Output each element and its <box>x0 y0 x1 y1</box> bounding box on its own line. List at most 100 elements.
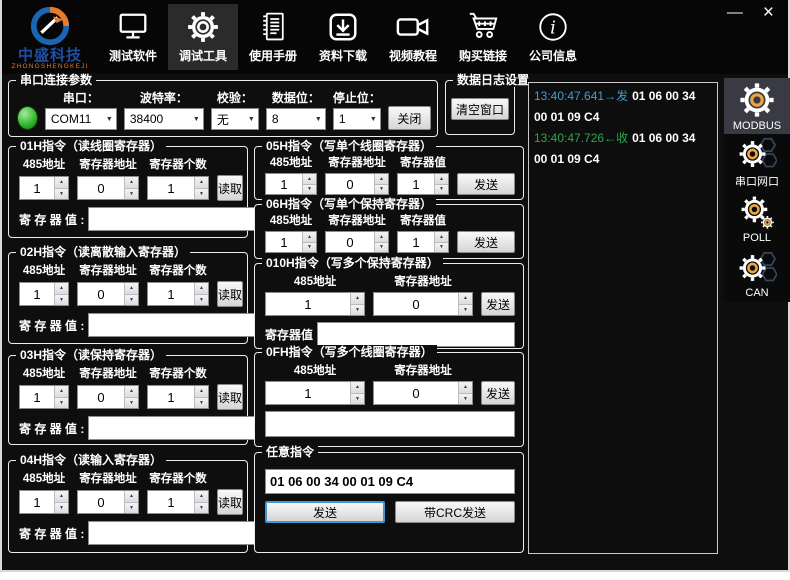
send-button[interactable]: 发送 <box>457 173 515 195</box>
register-value-spinner[interactable] <box>397 231 449 253</box>
spin-down-icon[interactable] <box>459 394 472 405</box>
spin-down-icon[interactable] <box>55 189 68 200</box>
spin-up-icon[interactable] <box>351 293 364 305</box>
register-value-input[interactable] <box>398 232 434 252</box>
sidebar-item-modbus[interactable]: MODBUS <box>724 78 790 134</box>
spin-down-icon[interactable] <box>459 305 472 316</box>
spin-up-icon[interactable] <box>435 174 448 185</box>
toolbar-item-test-software[interactable]: 测试软件 <box>98 4 168 70</box>
register-address-spinner[interactable] <box>373 292 473 316</box>
register-count-input[interactable] <box>148 491 194 513</box>
485-address-spinner[interactable] <box>265 292 365 316</box>
spin-down-icon[interactable] <box>55 398 68 409</box>
485-address-spinner[interactable] <box>19 176 69 200</box>
close-port-button[interactable]: 关闭 <box>388 106 431 130</box>
register-address-input[interactable] <box>326 174 374 194</box>
spin-down-icon[interactable] <box>375 243 388 253</box>
spin-up-icon[interactable] <box>55 283 68 295</box>
sidebar-item-can[interactable]: CAN <box>724 246 790 302</box>
databits-select[interactable]: 8 <box>266 108 326 130</box>
send-button[interactable]: 发送 <box>481 381 515 405</box>
toolbar-item-debug-tool[interactable]: 调试工具 <box>168 4 238 70</box>
485-address-spinner[interactable] <box>265 173 317 195</box>
register-value-input[interactable] <box>398 174 434 194</box>
485-address-spinner[interactable] <box>19 282 69 306</box>
spin-down-icon[interactable] <box>55 503 68 514</box>
485-address-input[interactable] <box>20 283 54 305</box>
register-count-spinner[interactable] <box>147 490 209 514</box>
485-address-input[interactable] <box>266 382 350 404</box>
send-with-crc-button[interactable]: 带CRC发送 <box>395 501 515 523</box>
toolbar-item-purchase-link[interactable]: 购买链接 <box>448 4 518 70</box>
toolbar-item-download[interactable]: 资料下载 <box>308 4 378 70</box>
close-button[interactable]: × <box>763 2 774 24</box>
register-address-input[interactable] <box>78 283 124 305</box>
spin-down-icon[interactable] <box>195 189 208 200</box>
spin-up-icon[interactable] <box>459 382 472 394</box>
spin-down-icon[interactable] <box>125 398 138 409</box>
register-value-input[interactable] <box>88 207 274 231</box>
sidebar-item-serial-ethernet[interactable]: 串口网口 <box>724 134 790 190</box>
spin-up-icon[interactable] <box>195 491 208 503</box>
spin-down-icon[interactable] <box>195 503 208 514</box>
register-address-input[interactable] <box>326 232 374 252</box>
spin-up-icon[interactable] <box>375 232 388 243</box>
spin-up-icon[interactable] <box>125 491 138 503</box>
register-address-spinner[interactable] <box>77 282 139 306</box>
485-address-input[interactable] <box>20 386 54 408</box>
485-address-input[interactable] <box>20 177 54 199</box>
register-address-input[interactable] <box>78 177 124 199</box>
read-button[interactable]: 读取 <box>217 489 243 515</box>
485-address-input[interactable] <box>20 491 54 513</box>
toolbar-item-video-tutorial[interactable]: 视频教程 <box>378 4 448 70</box>
arbitrary-command-input[interactable] <box>265 469 515 494</box>
spin-up-icon[interactable] <box>303 174 316 185</box>
baudrate-select[interactable]: 38400 <box>124 108 204 130</box>
485-address-spinner[interactable] <box>265 381 365 405</box>
read-button[interactable]: 读取 <box>217 384 243 410</box>
register-value-input[interactable] <box>88 521 274 545</box>
register-address-input[interactable] <box>374 382 458 404</box>
485-address-input[interactable] <box>266 293 350 315</box>
register-values-input[interactable] <box>265 411 515 437</box>
send-button[interactable]: 发送 <box>457 231 515 253</box>
register-count-input[interactable] <box>148 283 194 305</box>
spin-up-icon[interactable] <box>55 491 68 503</box>
read-button[interactable]: 读取 <box>217 175 243 201</box>
register-address-input[interactable] <box>78 491 124 513</box>
spin-up-icon[interactable] <box>195 386 208 398</box>
spin-up-icon[interactable] <box>375 174 388 185</box>
register-address-spinner[interactable] <box>77 490 139 514</box>
register-address-spinner[interactable] <box>325 173 389 195</box>
spin-down-icon[interactable] <box>351 305 364 316</box>
register-value-spinner[interactable] <box>397 173 449 195</box>
spin-up-icon[interactable] <box>125 283 138 295</box>
toolbar-item-company-info[interactable]: i 公司信息 <box>518 4 588 70</box>
minimize-button[interactable]: — <box>727 2 743 24</box>
spin-down-icon[interactable] <box>351 394 364 405</box>
register-address-spinner[interactable] <box>77 385 139 409</box>
parity-select[interactable]: 无 <box>211 108 259 130</box>
stopbits-select[interactable]: 1 <box>333 108 381 130</box>
send-button[interactable]: 发送 <box>265 501 385 523</box>
spin-down-icon[interactable] <box>195 295 208 306</box>
register-count-spinner[interactable] <box>147 176 209 200</box>
clear-window-button[interactable]: 清空窗口 <box>451 98 509 120</box>
spin-down-icon[interactable] <box>55 295 68 306</box>
spin-down-icon[interactable] <box>125 189 138 200</box>
register-value-input[interactable] <box>88 313 274 337</box>
register-count-spinner[interactable] <box>147 282 209 306</box>
register-address-spinner[interactable] <box>77 176 139 200</box>
register-value-input[interactable] <box>88 416 274 440</box>
spin-down-icon[interactable] <box>435 243 448 253</box>
sidebar-item-poll[interactable]: POLL <box>724 190 790 246</box>
spin-up-icon[interactable] <box>351 382 364 394</box>
register-count-spinner[interactable] <box>147 385 209 409</box>
spin-down-icon[interactable] <box>435 185 448 195</box>
spin-up-icon[interactable] <box>303 232 316 243</box>
data-log-panel[interactable]: 13:40:47.641→发01 06 00 34 00 01 09 C4 13… <box>528 82 718 554</box>
485-address-spinner[interactable] <box>265 231 317 253</box>
read-button[interactable]: 读取 <box>217 281 243 307</box>
485-address-spinner[interactable] <box>19 490 69 514</box>
485-address-input[interactable] <box>266 174 302 194</box>
